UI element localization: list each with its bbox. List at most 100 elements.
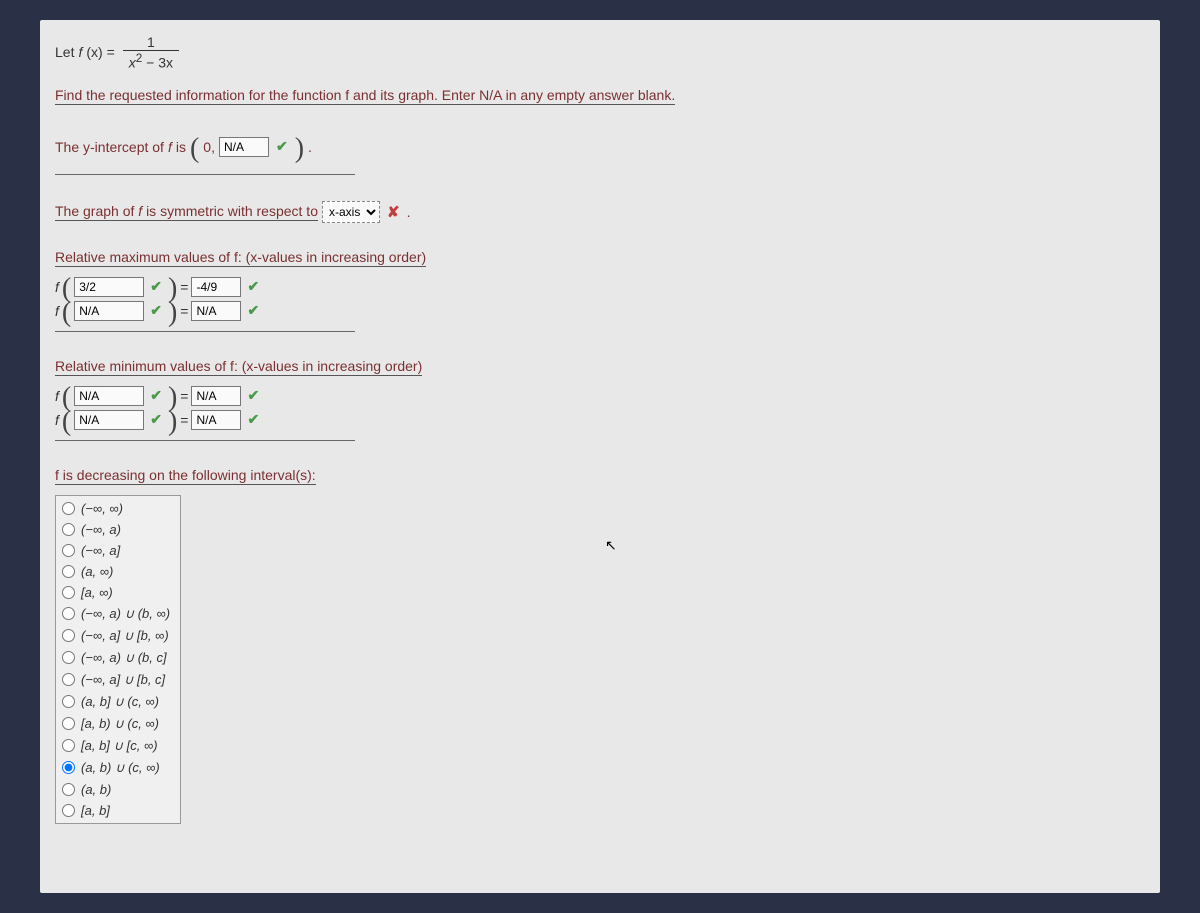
check-icon: ✔ bbox=[247, 278, 259, 295]
interval-label: [a, b) ∪ (c, ∞) bbox=[81, 716, 159, 732]
relmin-x1-input[interactable] bbox=[74, 386, 144, 406]
interval-radio[interactable] bbox=[62, 586, 75, 599]
interval-label: [a, b] bbox=[81, 803, 110, 818]
interval-radio[interactable] bbox=[62, 673, 75, 686]
interval-label: (−∞, a] ∪ [b, ∞) bbox=[81, 628, 169, 644]
eq-label: = bbox=[180, 388, 188, 404]
sym-mid: is symmetric with respect to bbox=[146, 203, 318, 219]
rparen-icon: ) bbox=[168, 279, 177, 299]
interval-option[interactable]: (a, b] ∪ (c, ∞) bbox=[56, 691, 180, 713]
relmax-y2-input[interactable] bbox=[191, 301, 241, 321]
interval-radio[interactable] bbox=[62, 607, 75, 620]
lparen-icon: ( bbox=[62, 303, 71, 323]
interval-label: (a, b] ∪ (c, ∞) bbox=[81, 694, 159, 710]
check-icon: ✔ bbox=[276, 138, 288, 155]
interval-label: (−∞, a] bbox=[81, 543, 120, 558]
interval-option[interactable]: (−∞, a] ∪ [b, c] bbox=[56, 669, 180, 691]
interval-radio[interactable] bbox=[62, 544, 75, 557]
relmin-x2-input[interactable] bbox=[74, 410, 144, 430]
check-icon: ✔ bbox=[247, 411, 259, 428]
interval-radio[interactable] bbox=[62, 717, 75, 730]
interval-radio[interactable] bbox=[62, 761, 75, 774]
den-rest: − 3x bbox=[142, 55, 173, 71]
interval-radio[interactable] bbox=[62, 695, 75, 708]
den-x: x bbox=[129, 55, 136, 71]
lparen-icon: ( bbox=[62, 412, 71, 432]
yint-mid: is bbox=[176, 139, 186, 155]
lparen-icon: ( bbox=[62, 279, 71, 299]
interval-option[interactable]: (−∞, ∞) bbox=[56, 498, 180, 519]
check-icon: ✔ bbox=[247, 302, 259, 319]
y-intercept-input[interactable] bbox=[219, 137, 269, 157]
rparen-icon: ) bbox=[295, 139, 304, 159]
interval-option[interactable]: [a, b] ∪ [c, ∞) bbox=[56, 735, 180, 757]
denominator: x2 − 3x bbox=[123, 50, 179, 71]
sym-dot: . bbox=[407, 204, 411, 220]
interval-label: (−∞, a] ∪ [b, c] bbox=[81, 672, 165, 688]
relmax-row-2: f ( ✔ ) = ✔ bbox=[55, 301, 1145, 321]
instruction-text: Find the requested information for the f… bbox=[55, 87, 675, 105]
divider bbox=[55, 174, 355, 175]
interval-label: (a, ∞) bbox=[81, 564, 113, 579]
fname: f bbox=[78, 44, 82, 60]
yint-pre: The y-intercept of bbox=[55, 139, 164, 155]
interval-option[interactable]: (a, ∞) bbox=[56, 561, 180, 582]
relmin-row-1: f ( ✔ ) = ✔ bbox=[55, 386, 1145, 406]
interval-radio[interactable] bbox=[62, 629, 75, 642]
relmin-row-2: f ( ✔ ) = ✔ bbox=[55, 410, 1145, 430]
sym-f: f bbox=[138, 203, 142, 219]
interval-option[interactable]: (a, b) ∪ (c, ∞) bbox=[56, 757, 180, 779]
interval-option[interactable]: [a, ∞) bbox=[56, 582, 180, 603]
interval-radio[interactable] bbox=[62, 804, 75, 817]
interval-label: (−∞, a) ∪ (b, c] bbox=[81, 650, 167, 666]
interval-radio[interactable] bbox=[62, 565, 75, 578]
interval-label: [a, b] ∪ [c, ∞) bbox=[81, 738, 158, 754]
rparen-icon: ) bbox=[168, 388, 177, 408]
symmetry-section: The graph of f is symmetric with respect… bbox=[55, 201, 1145, 223]
y-intercept-section: The y-intercept of f is ( 0, ✔ ) . bbox=[55, 137, 312, 158]
interval-radio[interactable] bbox=[62, 739, 75, 752]
eq-label: = bbox=[180, 279, 188, 295]
eq-label: = bbox=[180, 412, 188, 428]
interval-radio[interactable] bbox=[62, 523, 75, 536]
check-icon: ✔ bbox=[150, 387, 162, 404]
relmin-y1-input[interactable] bbox=[191, 386, 241, 406]
relmax-y1-input[interactable] bbox=[191, 277, 241, 297]
f-label: f bbox=[55, 279, 59, 295]
arg-text: (x) = bbox=[86, 44, 114, 60]
interval-option[interactable]: (−∞, a) bbox=[56, 519, 180, 540]
check-icon: ✔ bbox=[150, 302, 162, 319]
question-sheet: Let f (x) = 1 x2 − 3x Find the requested… bbox=[40, 20, 1160, 893]
interval-option[interactable]: (a, b) bbox=[56, 779, 180, 800]
check-icon: ✔ bbox=[247, 387, 259, 404]
divider bbox=[55, 331, 355, 332]
fraction: 1 x2 − 3x bbox=[123, 34, 179, 71]
relmax-heading: Relative maximum values of f: (x-values … bbox=[55, 249, 426, 267]
interval-option[interactable]: (−∞, a] ∪ [b, ∞) bbox=[56, 625, 180, 647]
check-icon: ✔ bbox=[150, 411, 162, 428]
lparen-icon: ( bbox=[62, 388, 71, 408]
interval-option[interactable]: (−∞, a) ∪ (b, ∞) bbox=[56, 603, 180, 625]
relmax-x2-input[interactable] bbox=[74, 301, 144, 321]
interval-option[interactable]: [a, b) ∪ (c, ∞) bbox=[56, 713, 180, 735]
interval-radio[interactable] bbox=[62, 651, 75, 664]
relmin-heading: Relative minimum values of f: (x-values … bbox=[55, 358, 422, 376]
f-label: f bbox=[55, 412, 59, 428]
interval-label: (−∞, a) ∪ (b, ∞) bbox=[81, 606, 170, 622]
interval-option[interactable]: (−∞, a] bbox=[56, 540, 180, 561]
interval-label: (−∞, ∞) bbox=[81, 501, 123, 516]
interval-label: (a, b) bbox=[81, 782, 111, 797]
interval-option[interactable]: (−∞, a) ∪ (b, c] bbox=[56, 647, 180, 669]
f-label: f bbox=[55, 303, 59, 319]
numerator: 1 bbox=[141, 34, 161, 50]
check-icon: ✔ bbox=[150, 278, 162, 295]
relmax-x1-input[interactable] bbox=[74, 277, 144, 297]
interval-label: (a, b) ∪ (c, ∞) bbox=[81, 760, 160, 776]
interval-radio[interactable] bbox=[62, 502, 75, 515]
eq-label: = bbox=[180, 303, 188, 319]
interval-option[interactable]: [a, b] bbox=[56, 800, 180, 821]
rparen-icon: ) bbox=[168, 303, 177, 323]
relmin-y2-input[interactable] bbox=[191, 410, 241, 430]
interval-radio[interactable] bbox=[62, 783, 75, 796]
symmetry-select[interactable]: x-axis bbox=[322, 201, 380, 223]
